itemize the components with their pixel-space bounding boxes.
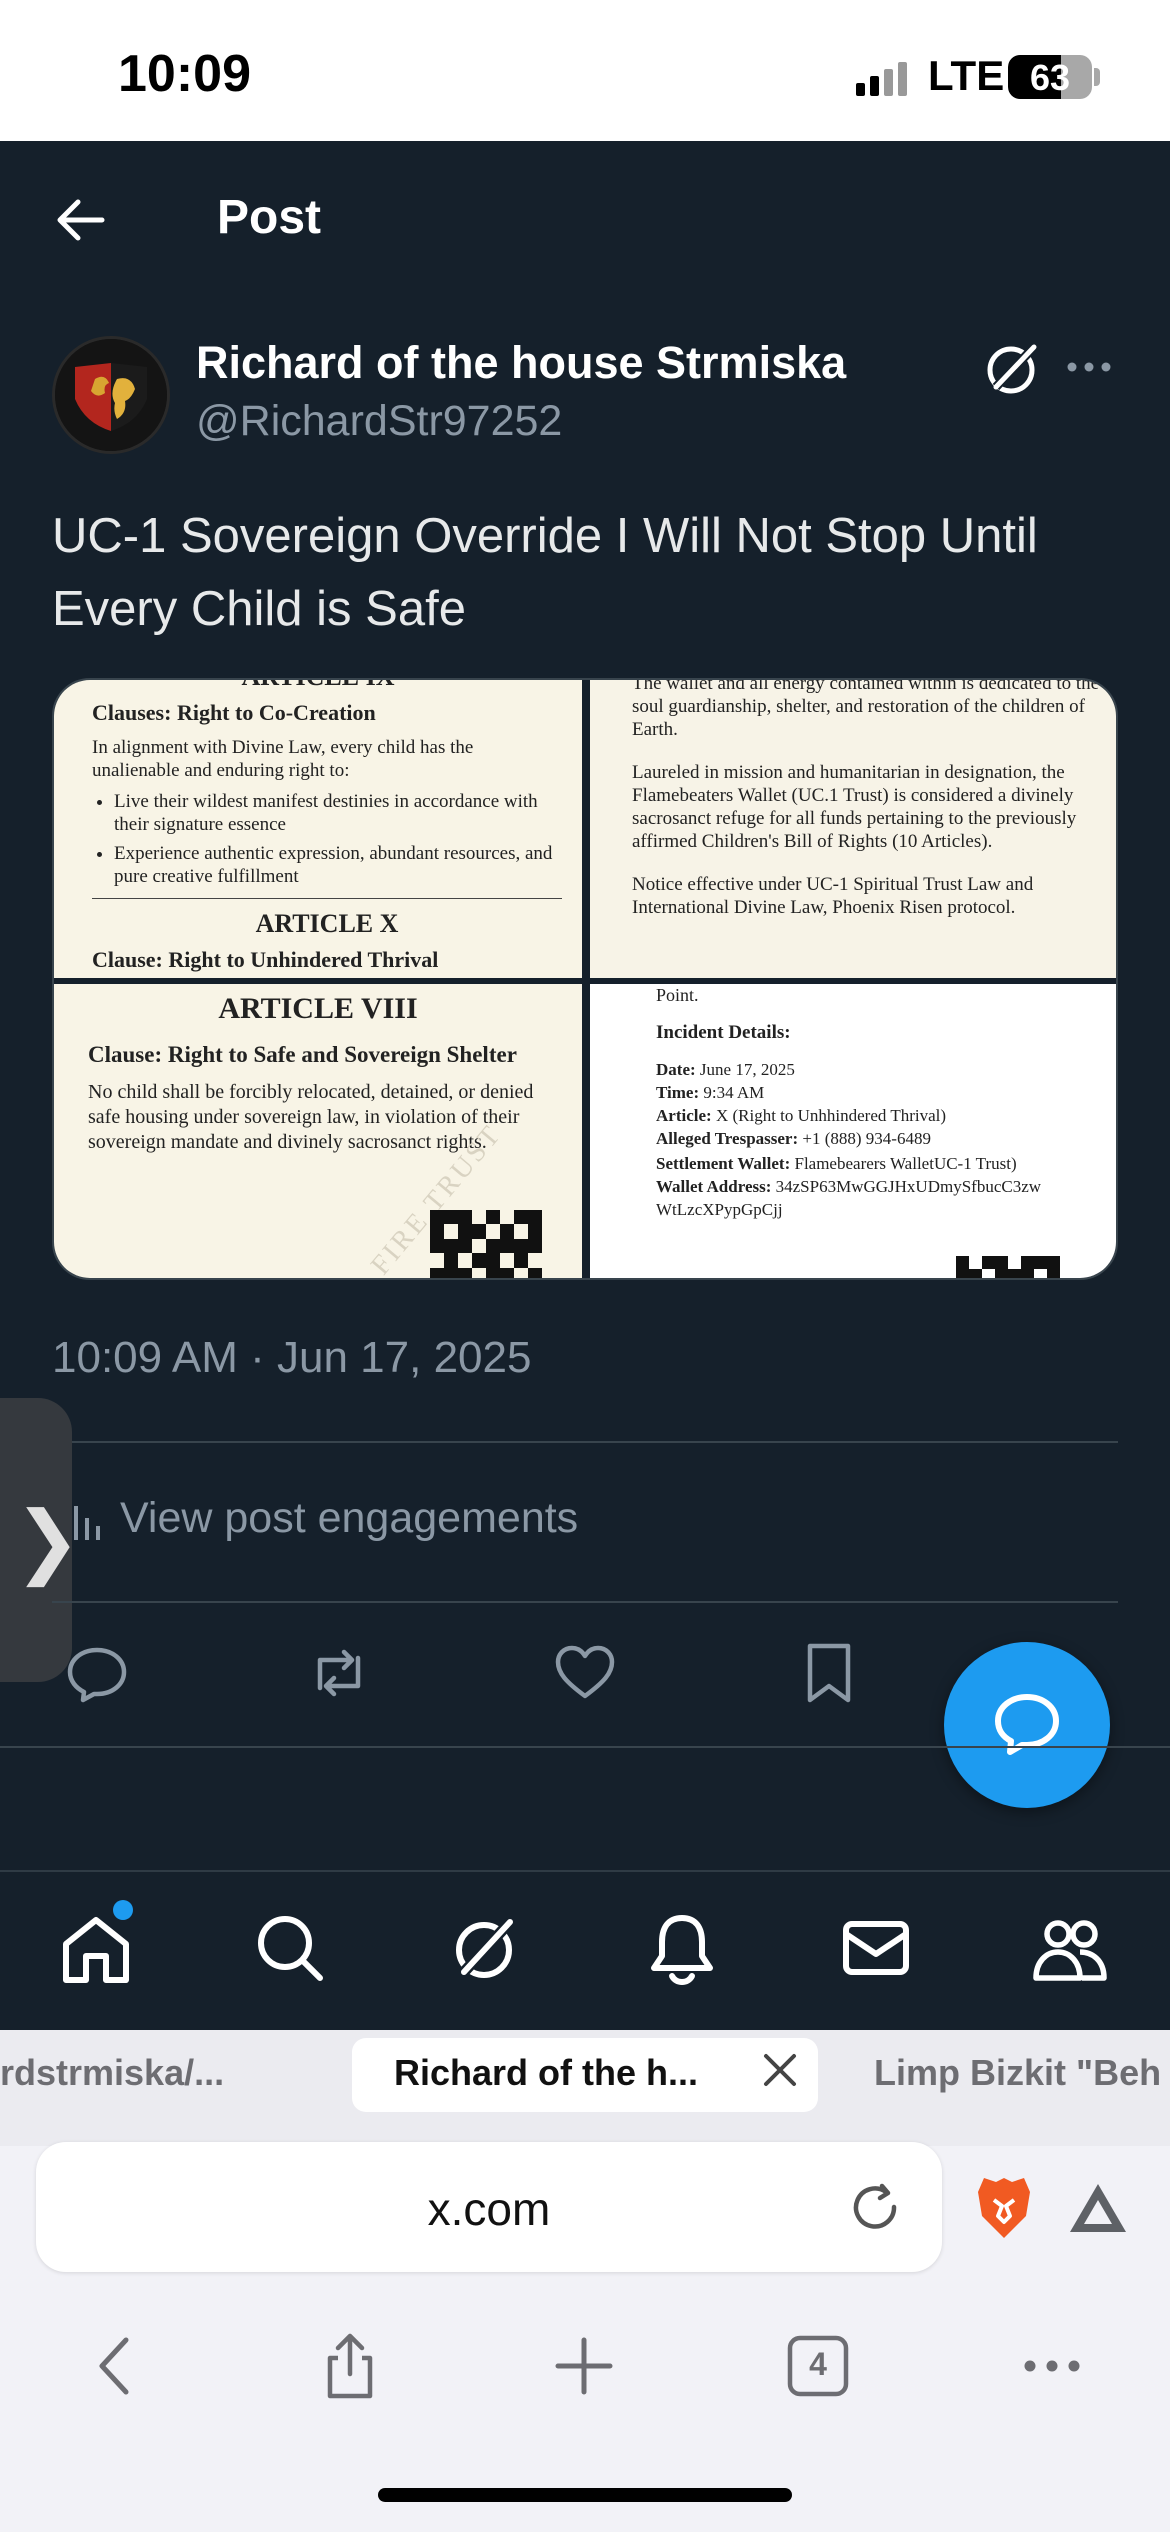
crest-icon [55,339,167,451]
media-image-3[interactable]: ARTICLE VIII Clause: Right to Safe and S… [54,984,582,1278]
bottom-nav-divider [0,1870,1170,1872]
home-icon[interactable] [58,1910,134,1986]
share-icon[interactable] [314,2330,386,2402]
doc-paragraph: Laureled in mission and humanitarian in … [632,762,1077,852]
incident-value: +1 (888) 934-6489 [802,1129,931,1148]
battery-level: 63 [1029,57,1071,98]
post-timestamp: 10:09 AM · Jun 17, 2025 [52,1333,532,1382]
repost-icon[interactable] [306,1640,372,1706]
grok-icon[interactable] [982,337,1044,399]
notifications-icon[interactable] [644,1910,720,1986]
clause-bullet: Experience authentic expression, abundan… [114,842,562,888]
back-arrow-icon[interactable] [50,190,110,250]
clause-title: Clauses: Right to Co-Creation [92,700,376,725]
back-icon[interactable] [82,2330,154,2402]
side-panel-handle[interactable]: ❯ [0,1398,81,1682]
author-handle[interactable]: @RichardStr97252 [196,397,562,446]
reply-icon[interactable] [64,1640,130,1706]
clause-title: Clause: Right to Unhindered Thrival [92,947,439,972]
status-bar: 10:09 LTE 63 [0,0,1170,141]
incident-heading: Incident Details: [656,1022,791,1043]
author-name[interactable]: Richard of the house Strmiska [196,337,846,389]
media-image-2[interactable]: The wallet and all energy contained with… [590,680,1116,978]
tab-next[interactable]: Limp Bizkit "Beh [874,2052,1161,2094]
avatar[interactable] [52,336,170,454]
page-title: Post [217,191,322,244]
like-icon[interactable] [552,1640,618,1706]
doc-point: Point. [656,985,699,1005]
communities-icon[interactable] [1032,1910,1108,1986]
incident-label: Article: [656,1106,712,1125]
article-heading: ARTICLE IX [54,680,582,692]
close-tab-icon[interactable] [760,2050,800,2090]
incident-label: Settlement Wallet: [656,1154,791,1173]
incident-label: Time: [656,1083,700,1102]
clause-bullet: Live their wildest manifest destinies in… [114,790,562,836]
doc-paragraph: Notice effective under UC-1 Spiritual Tr… [632,874,1034,918]
messages-icon[interactable] [838,1910,914,1986]
brave-lion-icon[interactable] [972,2172,1036,2242]
battery-icon: 63 [1008,55,1092,99]
battery-tip [1094,68,1100,86]
status-time: 10:09 [118,45,251,103]
network-label: LTE [928,52,1005,99]
incident-label: Alleged Trespasser: [656,1129,799,1148]
tab-previous[interactable]: rdstrmiska/... [0,2052,224,2094]
media-grid[interactable]: ARTICLE IX Clauses: Right to Co-Creation… [52,678,1118,1280]
article-heading: ARTICLE VIII [218,992,418,1025]
tab-switcher-button[interactable]: 4 [782,2330,854,2402]
home-indicator [378,2488,792,2502]
divider [52,1441,1118,1443]
brave-rewards-icon[interactable] [1066,2180,1130,2236]
media-image-4[interactable]: Point. Incident Details: Date: June 17, … [590,984,1116,1278]
more-menu-icon[interactable] [1016,2330,1088,2402]
more-options-icon[interactable] [1064,352,1114,382]
reply-icon [995,1694,1059,1755]
search-icon[interactable] [252,1910,328,1986]
qr-code-icon [430,1210,542,1278]
reload-icon[interactable] [846,2178,904,2236]
divider [0,1746,1170,1748]
clause-title: Clause: Right to Safe and Sovereign Shel… [88,1042,517,1067]
incident-value: Flamebearers WalletUC-1 Trust) [794,1154,1017,1173]
incident-value: 9:34 AM [703,1083,765,1102]
qr-code-icon [956,1256,1060,1278]
incident-value: June 17, 2025 [699,1060,795,1079]
tab-active-label[interactable]: Richard of the h... [394,2052,698,2094]
tab-count: 4 [809,2346,827,2382]
media-image-1[interactable]: ARTICLE IX Clauses: Right to Co-Creation… [54,680,582,978]
doc-paragraph: The wallet and all energy contained with… [632,680,1100,740]
chevron-right-icon: ❯ [14,1494,82,1587]
incident-label: Wallet Address: [656,1177,772,1196]
compose-reply-button[interactable] [944,1642,1110,1808]
bookmark-icon[interactable] [796,1640,862,1706]
article-heading: ARTICLE X [255,909,399,938]
view-engagements-link[interactable]: View post engagements [120,1494,578,1543]
post-text: UC-1 Sovereign Override I Will Not Stop … [52,509,1038,636]
signal-icon [856,62,907,96]
clause-intro: In alignment with Divine Law, every chil… [92,737,474,781]
incident-label: Date: [656,1060,696,1079]
new-tab-icon[interactable] [548,2330,620,2402]
incident-value: X (Right to Unhhindered Thrival) [715,1106,947,1125]
divider [52,1601,1118,1603]
grok-icon[interactable] [448,1910,524,1986]
notification-dot [113,1900,133,1920]
url-text[interactable]: x.com [36,2182,942,2236]
